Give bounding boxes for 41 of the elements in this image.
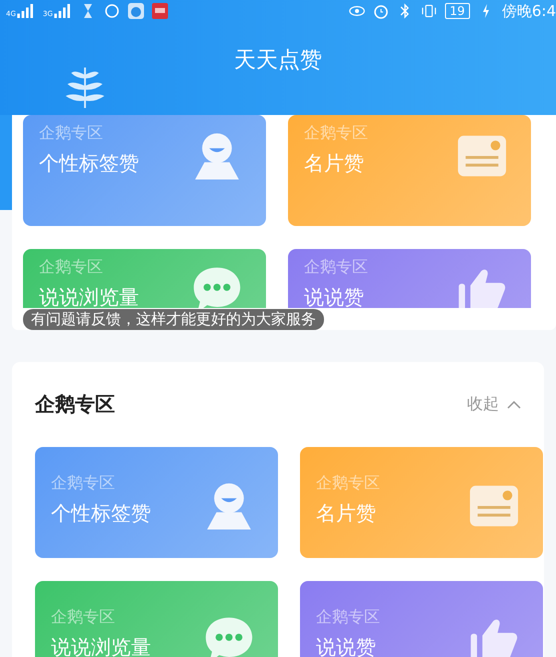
tile-title: 说说赞 [316, 634, 377, 657]
tile-title: 个性标签赞 [51, 500, 151, 527]
chat-bubble-icon [192, 265, 242, 308]
tile-title: 名片赞 [316, 500, 377, 527]
chevron-icon [507, 400, 521, 408]
page-title: 天天点赞 [234, 46, 322, 74]
alarm-icon [372, 3, 389, 19]
feature-tile[interactable]: 企鹅专区 个性标签赞 [35, 447, 278, 558]
tile-title: 说说浏览量 [51, 634, 151, 657]
tile-category: 企鹅专区 [304, 257, 368, 278]
chat-bubble-icon [204, 615, 254, 657]
toast-message: 有问题请反馈，这样才能更好的为大家服务 [23, 308, 324, 330]
clock-time: 傍晚6:4 [502, 2, 556, 20]
eye-icon [348, 3, 365, 19]
person-icon [204, 481, 254, 531]
tile-title: 个性标签赞 [39, 150, 139, 177]
person-icon [192, 131, 242, 181]
vibrate-icon [420, 3, 437, 19]
section-title: 企鹅专区 [35, 391, 115, 418]
signal-icon [54, 4, 72, 18]
signal-icon [16, 4, 35, 18]
tile-title: 说说赞 [304, 284, 365, 308]
feature-tile[interactable]: 企鹅专区 名片赞 [288, 115, 531, 226]
feature-tile[interactable]: 企鹅专区 说说浏览量 [23, 249, 266, 308]
tile-category: 企鹅专区 [39, 123, 104, 144]
feature-tile[interactable]: 企鹅专区 说说赞 [288, 249, 531, 308]
tile-category: 企鹅专区 [51, 473, 116, 494]
tile-category: 企鹅专区 [304, 123, 368, 144]
feature-tile[interactable]: 企鹅专区 说说浏览量 [35, 581, 278, 657]
tile-title: 说说浏览量 [39, 284, 139, 308]
feature-tile[interactable]: 企鹅专区 名片赞 [300, 447, 543, 558]
tile-category: 企鹅专区 [316, 473, 380, 494]
tile-title: 名片赞 [304, 150, 365, 177]
feature-tile[interactable]: 企鹅专区 说说赞 [300, 581, 543, 657]
tile-category: 企鹅专区 [51, 607, 116, 628]
tile-category: 企鹅专区 [39, 257, 104, 278]
battery-level: 19 [444, 3, 470, 19]
collapse-toggle[interactable]: 收起 [467, 394, 521, 415]
feature-tile[interactable]: 企鹅专区 个性标签赞 [23, 115, 266, 226]
app-icon [128, 3, 144, 19]
tile-category: 企鹅专区 [316, 607, 380, 628]
